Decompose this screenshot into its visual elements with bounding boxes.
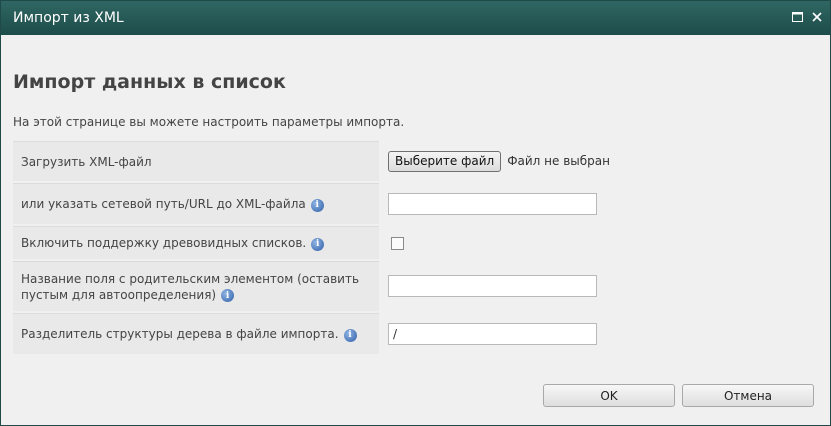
import-dialog: Импорт из XML Импорт данных в список На … [0, 0, 831, 426]
maximize-icon[interactable] [790, 10, 804, 24]
url-input[interactable] [388, 192, 597, 215]
separator-input[interactable] [388, 322, 597, 345]
tree-support-checkbox[interactable] [391, 236, 404, 250]
form-row-upload-file: Загрузить XML-файл Выберите файл Файл не … [13, 141, 820, 181]
window-title: Импорт из XML [13, 10, 124, 26]
info-icon[interactable]: i [310, 198, 324, 212]
form-label-upload-file: Загрузить XML-файл [13, 141, 379, 181]
import-settings-form: Загрузить XML-файл Выберите файл Файл не … [13, 139, 820, 356]
page-description: На этой странице вы можете настроить пар… [13, 115, 405, 129]
form-row-tree-support: Включить поддержку древовидных списков. i [13, 226, 820, 259]
form-row-parent-field: Название поля с родительским элементом (… [13, 261, 820, 311]
ok-button[interactable]: OK [543, 384, 675, 407]
form-row-separator: Разделитель структуры дерева в файле имп… [13, 313, 820, 354]
title-bar: Импорт из XML [1, 1, 830, 35]
form-label-url: или указать сетевой путь/URL до XML-файл… [13, 183, 379, 224]
cancel-button[interactable]: Отмена [682, 384, 814, 407]
info-icon[interactable]: i [221, 289, 235, 302]
file-status-text: Файл не выбран [507, 154, 610, 168]
form-row-url: или указать сетевой путь/URL до XML-файл… [13, 183, 820, 224]
form-label-parent-field: Название поля с родительским элементом (… [13, 261, 379, 311]
window-controls [790, 10, 824, 24]
info-icon[interactable]: i [311, 237, 325, 251]
close-icon[interactable] [810, 10, 824, 24]
choose-file-button[interactable]: Выберите файл [388, 150, 502, 172]
form-label-separator: Разделитель структуры дерева в файле имп… [13, 313, 379, 354]
form-label-tree-support: Включить поддержку древовидных списков. i [13, 226, 379, 259]
dialog-buttons: OK Отмена [543, 384, 814, 407]
info-icon[interactable]: i [343, 328, 357, 342]
parent-field-input[interactable] [388, 275, 597, 297]
page-title: Импорт данных в список [13, 71, 286, 93]
